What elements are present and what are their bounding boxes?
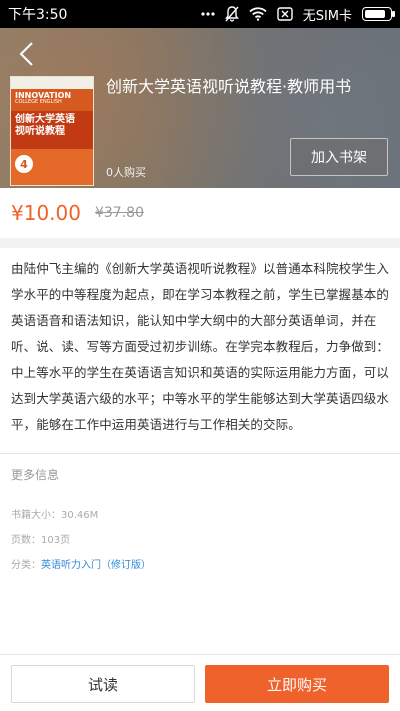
description-divider — [0, 453, 400, 454]
section-divider — [0, 238, 400, 248]
add-to-shelf-button[interactable]: 加入书架 — [290, 138, 388, 176]
chevron-left-icon — [19, 42, 33, 66]
book-cover: INNOVATION COLLEGE ENGLISH 创新大学英语 视听说教程 … — [10, 76, 94, 186]
cover-title: 创新大学英语 视听说教程 — [11, 111, 93, 149]
buy-now-button[interactable]: 立即购买 — [205, 665, 389, 703]
more-info-title: 更多信息 — [11, 468, 60, 482]
book-header: INNOVATION COLLEGE ENGLISH 创新大学英语 视听说教程 … — [0, 28, 400, 188]
cover-brand: INNOVATION COLLEGE ENGLISH — [11, 89, 93, 111]
page-count-info: 页数：103页 — [11, 535, 71, 546]
notifications-muted-icon — [224, 6, 239, 22]
cover-bottom: 4 — [11, 149, 93, 185]
book-description: 由陆仲飞主编的《创新大学英语视听说教程》以普通本科院校学生入学水平的中等程度为起… — [11, 261, 390, 432]
battery-icon — [362, 7, 395, 21]
current-price: ¥10.00 — [11, 201, 81, 225]
try-read-button[interactable]: 试读 — [11, 665, 195, 703]
wifi-icon — [249, 7, 267, 21]
status-icons: 无SIM卡 — [201, 5, 395, 24]
book-title: 创新大学英语视听说教程·教师用书 — [106, 77, 352, 96]
bottom-action-bar: 试读 立即购买 — [0, 654, 400, 711]
category-info: 分类：英语听力入门（修订版） — [11, 556, 151, 571]
cover-badge: 4 — [15, 155, 33, 173]
status-time: 下午3:50 — [8, 7, 68, 23]
more-dots-icon — [201, 12, 215, 16]
category-label: 分类： — [11, 560, 41, 571]
back-button[interactable] — [12, 40, 40, 68]
cover-top-strip — [11, 77, 93, 89]
carrier-text: 无SIM卡 — [302, 8, 352, 24]
price-row: ¥10.00 ¥37.80 — [0, 188, 400, 238]
file-size-info: 书籍大小：30.46M — [11, 510, 99, 521]
status-bar: 下午3:50 无SIM卡 — [0, 0, 400, 28]
category-link[interactable]: 英语听力入门（修订版） — [41, 560, 151, 571]
original-price: ¥37.80 — [94, 205, 144, 221]
no-sim-icon — [276, 7, 293, 21]
buyer-count: 0人购买 — [106, 166, 146, 179]
